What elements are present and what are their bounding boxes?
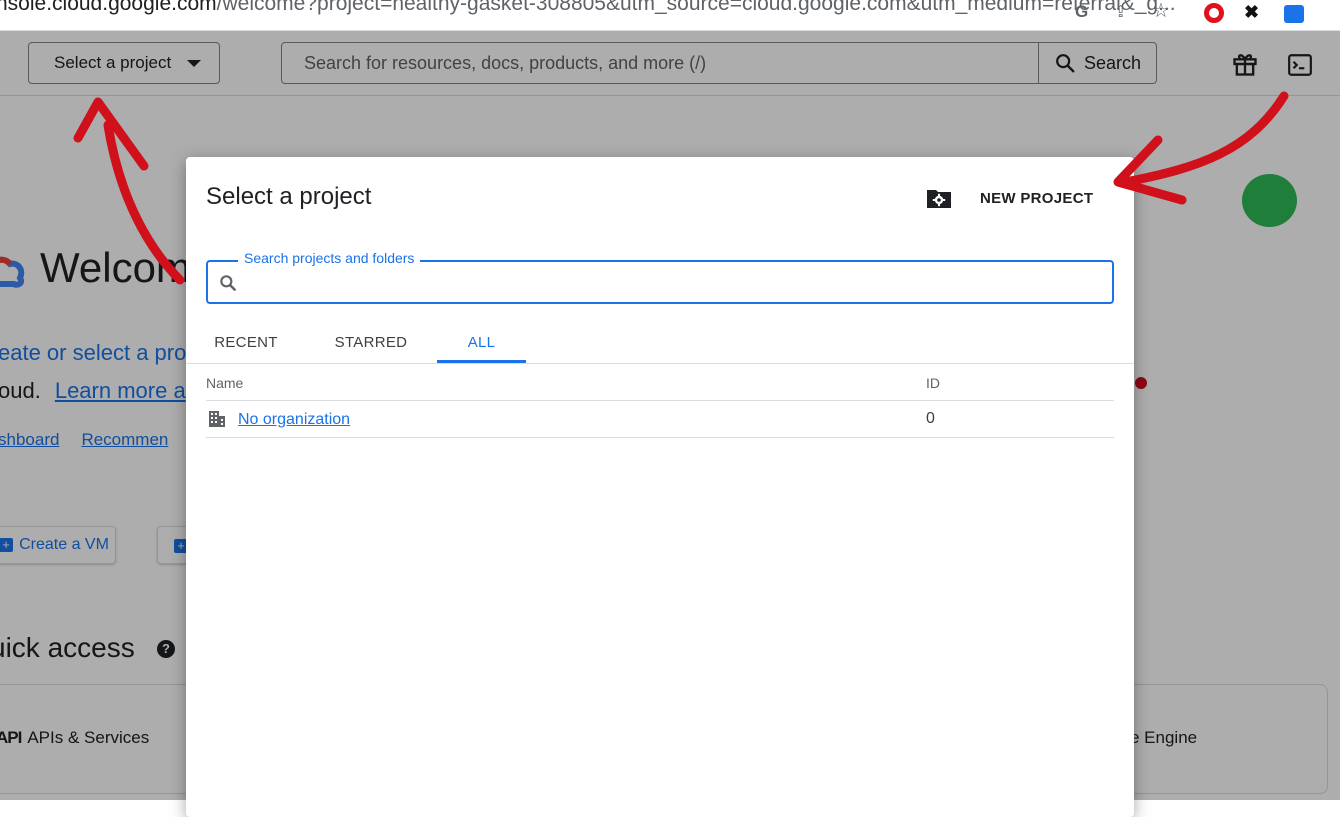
tab-recent[interactable]: RECENT bbox=[194, 321, 298, 363]
row-id: 0 bbox=[926, 410, 935, 427]
search-icon bbox=[220, 275, 236, 291]
folder-gear-icon bbox=[927, 190, 951, 208]
calendar-extension-icon[interactable] bbox=[1284, 5, 1304, 23]
column-header-id[interactable]: ID bbox=[926, 375, 940, 391]
no-organization-link[interactable]: No organization bbox=[238, 411, 350, 429]
column-header-name[interactable]: Name bbox=[206, 375, 243, 391]
project-search-field[interactable]: Search projects and folders bbox=[206, 250, 1114, 304]
project-search-label: Search projects and folders bbox=[238, 250, 421, 266]
x-extension-icon[interactable]: ✖ bbox=[1244, 2, 1266, 24]
table-row[interactable]: No organization 0 bbox=[206, 401, 1114, 438]
share-icon[interactable]: ⇪ bbox=[1114, 2, 1136, 24]
browser-url-bar[interactable]: nsole.cloud.google.com/welcome?project=h… bbox=[0, 0, 1340, 31]
new-project-label: NEW PROJECT bbox=[980, 189, 1094, 207]
select-project-dialog: Select a project NEW PROJECT Search proj… bbox=[186, 157, 1134, 817]
opera-extension-icon[interactable] bbox=[1204, 3, 1224, 23]
url-path: /welcome?project=healthy-gasket-308805&u… bbox=[216, 0, 1176, 15]
tab-all[interactable]: ALL bbox=[437, 321, 526, 363]
table-header: Name ID bbox=[206, 364, 1114, 401]
annotation-green-dot bbox=[1242, 174, 1297, 227]
building-icon bbox=[209, 411, 225, 427]
bookmark-star-icon[interactable]: ☆ bbox=[1152, 0, 1174, 22]
google-lens-icon[interactable]: G bbox=[1075, 2, 1097, 24]
browser-url[interactable]: nsole.cloud.google.com/welcome?project=h… bbox=[0, 0, 1176, 16]
dialog-title: Select a project bbox=[206, 183, 372, 210]
projects-table: Name ID No organization 0 bbox=[206, 364, 1114, 438]
project-search-input[interactable] bbox=[248, 268, 1102, 298]
tab-starred[interactable]: STARRED bbox=[316, 321, 426, 363]
url-host: nsole.cloud.google.com bbox=[0, 0, 217, 15]
project-tabs: RECENT STARRED ALL bbox=[186, 321, 1134, 364]
new-project-button[interactable]: NEW PROJECT bbox=[926, 185, 1093, 211]
